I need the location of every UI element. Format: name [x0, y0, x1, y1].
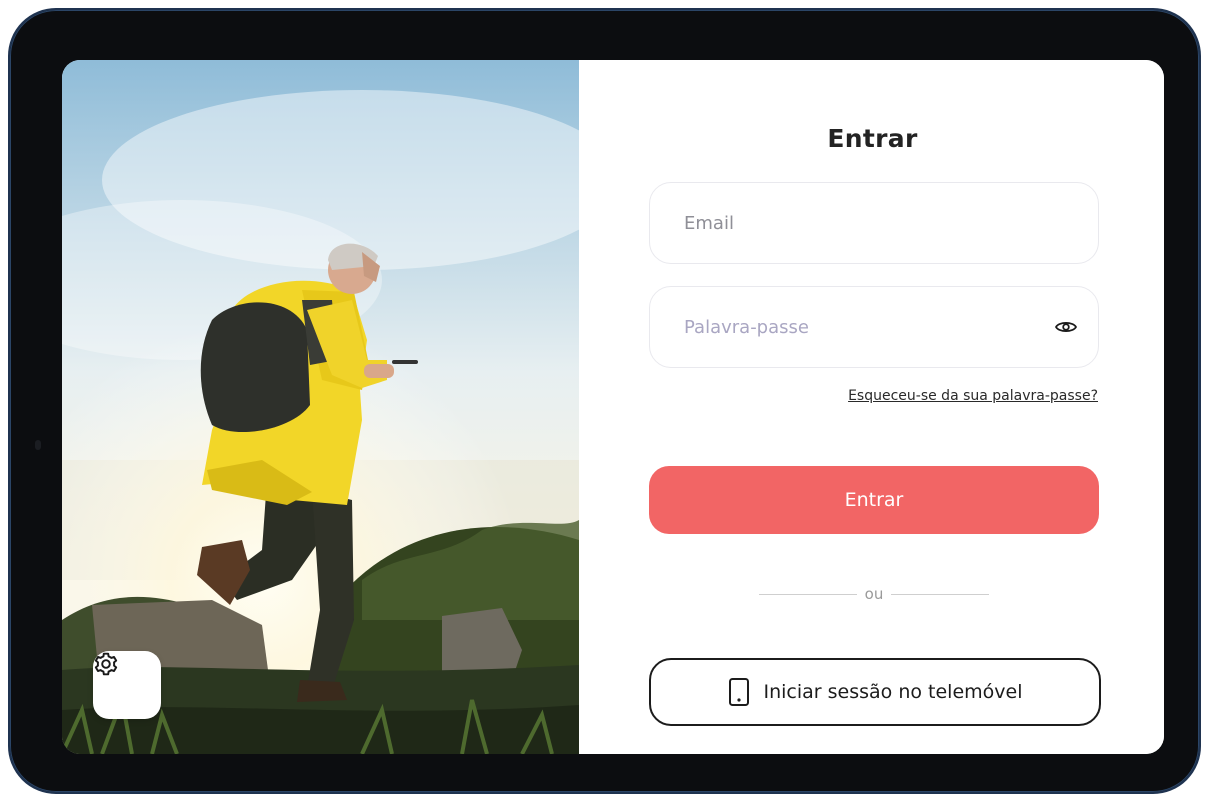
page-title: Entrar [827, 124, 918, 153]
tablet-frame: Entrar Esqueceu-se da sua palavra-passe?… [8, 8, 1201, 794]
hero-photo [62, 60, 579, 754]
camera [35, 440, 41, 450]
app-screen: Entrar Esqueceu-se da sua palavra-passe?… [62, 60, 1164, 754]
divider-text: ou [864, 585, 884, 603]
phone-login-label: Iniciar sessão no telemóvel [763, 681, 1023, 703]
email-input[interactable] [684, 183, 1044, 263]
phone-login-button[interactable]: Iniciar sessão no telemóvel [649, 658, 1101, 726]
password-input[interactable] [684, 287, 1044, 367]
or-divider: ou [759, 584, 989, 604]
divider-line-left [759, 593, 857, 595]
eye-icon [1055, 321, 1077, 333]
show-password-toggle[interactable] [1054, 316, 1078, 338]
divider-line-right [891, 593, 989, 595]
forgot-password-link[interactable]: Esqueceu-se da sua palavra-passe? [848, 388, 1098, 404]
password-field[interactable] [649, 286, 1099, 368]
login-button[interactable]: Entrar [649, 466, 1099, 534]
gear-icon [94, 652, 118, 676]
settings-button[interactable] [93, 651, 161, 719]
mobile-phone-icon [728, 678, 749, 706]
login-panel: Entrar Esqueceu-se da sua palavra-passe?… [579, 60, 1164, 754]
hiker-illustration [62, 60, 579, 754]
email-field[interactable] [649, 182, 1099, 264]
